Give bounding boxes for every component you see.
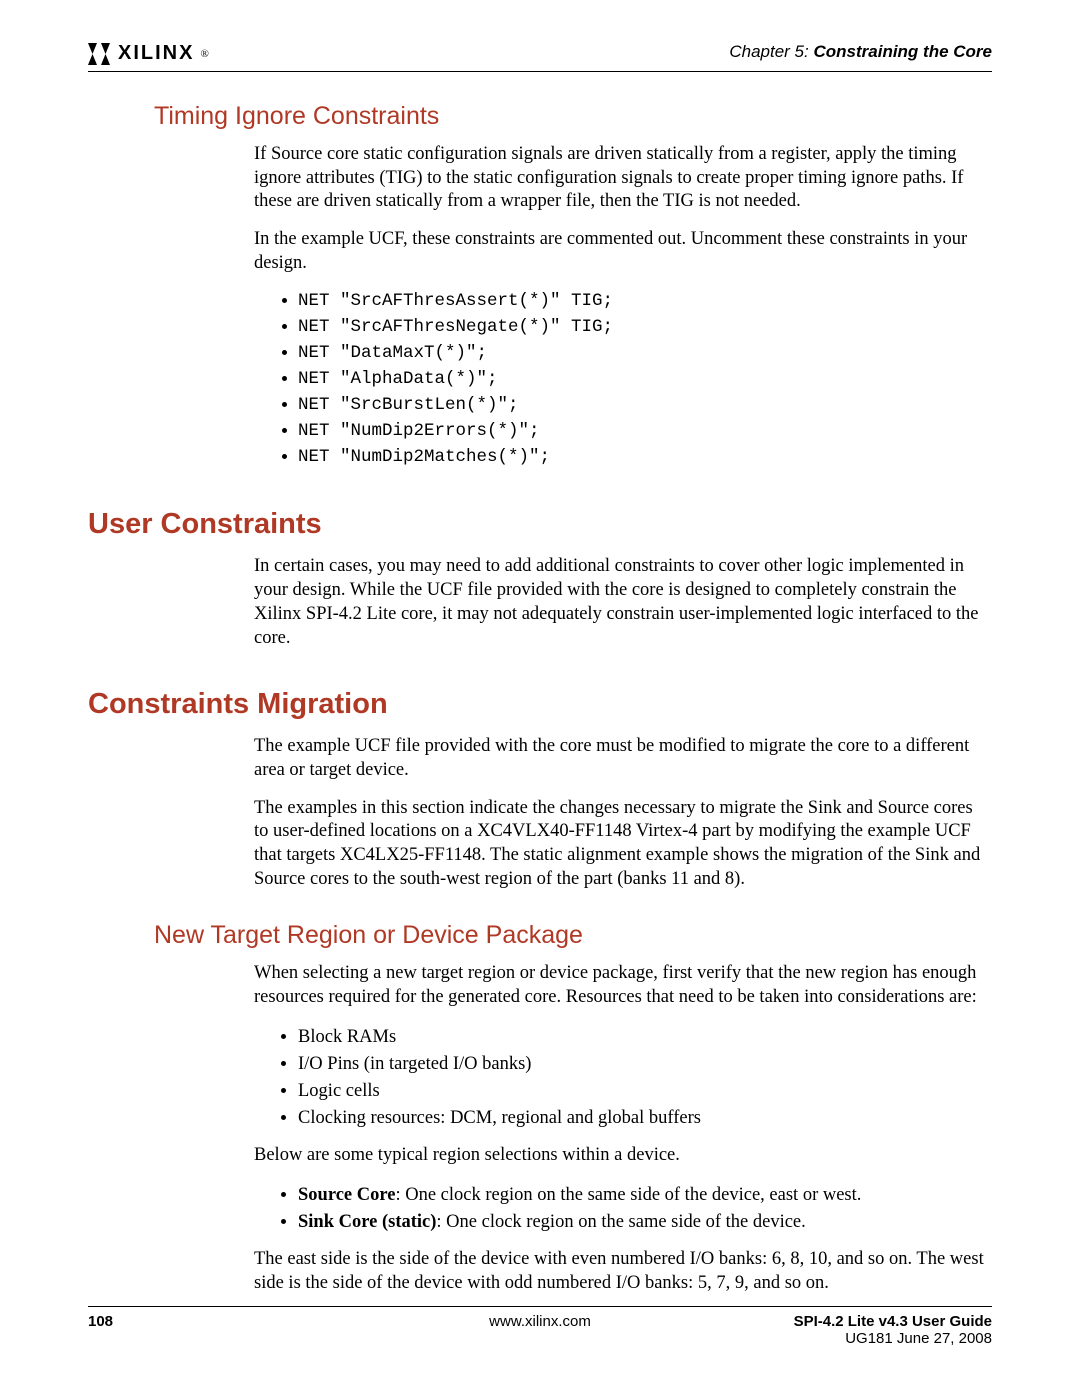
definition: : One clock region on the same side of t… xyxy=(395,1185,861,1205)
body-text: The east side is the side of the device … xyxy=(254,1248,988,1295)
list-item: Logic cells xyxy=(298,1078,988,1105)
logo-text: XILINX xyxy=(118,42,194,65)
code-item: NET "NumDip2Errors(*)"; xyxy=(298,419,988,445)
body-text: When selecting a new target region or de… xyxy=(254,962,988,1009)
region-list: Source Core: One clock region on the sam… xyxy=(254,1182,988,1236)
logo: XILINX ® xyxy=(88,42,209,65)
definition: : One clock region on the same side of t… xyxy=(436,1212,805,1232)
chapter-title: Constraining the Core xyxy=(813,42,992,61)
body-text: The example UCF file provided with the c… xyxy=(254,735,988,782)
heading-constraints-migration: Constraints Migration xyxy=(88,688,992,721)
body-text: The examples in this section indicate th… xyxy=(254,797,988,892)
chapter-label: Chapter 5: Constraining the Core xyxy=(729,42,992,62)
code-item: NET "DataMaxT(*)"; xyxy=(298,341,988,367)
list-item: I/O Pins (in targeted I/O banks) xyxy=(298,1051,988,1078)
body-text: Below are some typical region selections… xyxy=(254,1144,988,1168)
doc-id: UG181 June 27, 2008 xyxy=(794,1330,992,1347)
code-item: NET "AlphaData(*)"; xyxy=(298,367,988,393)
heading-timing-ignore: Timing Ignore Constraints xyxy=(154,102,992,131)
heading-new-target: New Target Region or Device Package xyxy=(154,921,992,950)
code-item: NET "SrcBurstLen(*)"; xyxy=(298,393,988,419)
code-item: NET "NumDip2Matches(*)"; xyxy=(298,445,988,471)
term: Sink Core (static) xyxy=(298,1212,436,1232)
list-item: Source Core: One clock region on the sam… xyxy=(298,1182,988,1209)
term: Source Core xyxy=(298,1185,395,1205)
resource-list: Block RAMs I/O Pins (in targeted I/O ban… xyxy=(254,1024,988,1133)
list-item: Sink Core (static): One clock region on … xyxy=(298,1209,988,1236)
body-text: In certain cases, you may need to add ad… xyxy=(254,555,988,650)
xilinx-logo-icon xyxy=(88,43,114,65)
registered-mark: ® xyxy=(200,48,208,60)
footer-url: www.xilinx.com xyxy=(88,1313,992,1330)
code-list: NET "SrcAFThresAssert(*)" TIG; NET "SrcA… xyxy=(254,289,988,470)
body-text: In the example UCF, these constraints ar… xyxy=(254,228,988,275)
heading-user-constraints: User Constraints xyxy=(88,508,992,541)
code-item: NET "SrcAFThresAssert(*)" TIG; xyxy=(298,289,988,315)
list-item: Clocking resources: DCM, regional and gl… xyxy=(298,1105,988,1132)
page-footer: 108 www.xilinx.com SPI-4.2 Lite v4.3 Use… xyxy=(88,1306,992,1347)
code-item: NET "SrcAFThresNegate(*)" TIG; xyxy=(298,315,988,341)
page-header: XILINX ® Chapter 5: Constraining the Core xyxy=(88,42,992,72)
body-text: If Source core static configuration sign… xyxy=(254,143,988,214)
list-item: Block RAMs xyxy=(298,1024,988,1051)
chapter-prefix: Chapter 5: xyxy=(729,42,808,61)
